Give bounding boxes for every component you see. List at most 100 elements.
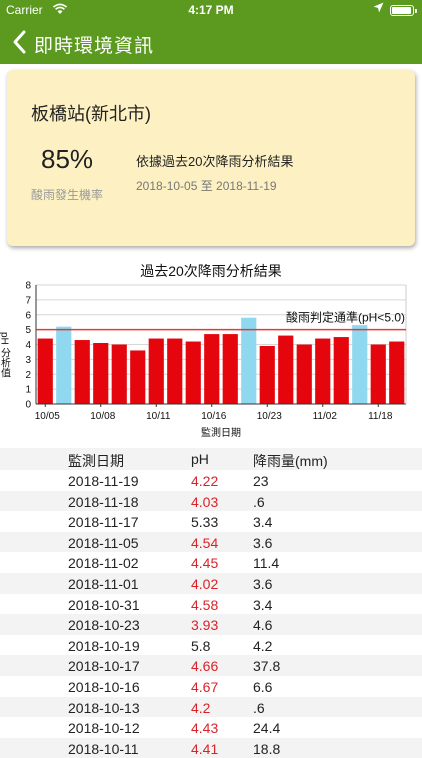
clock: 4:17 PM bbox=[188, 3, 234, 17]
ph-bar bbox=[56, 326, 72, 404]
row-rainfall: 4.6 bbox=[253, 617, 273, 634]
x-tick-label: 11/02 bbox=[313, 411, 338, 422]
nav-title: 即時環境資訊 bbox=[34, 36, 155, 57]
table-row: 2018-11-02 4.45 11.4 bbox=[0, 552, 422, 573]
ph-bar bbox=[148, 338, 164, 404]
ph-bar bbox=[37, 338, 53, 404]
table-row: 2018-10-13 4.2 .6 bbox=[0, 696, 422, 718]
y-axis-label: pH 分析值 bbox=[0, 332, 11, 378]
y-tick-label: 1 bbox=[25, 385, 31, 396]
y-tick-label: 4 bbox=[25, 340, 31, 351]
y-tick-label: 3 bbox=[25, 355, 31, 366]
x-tick-label: 10/08 bbox=[90, 411, 115, 422]
table-row: 2018-10-17 4.66 37.8 bbox=[0, 655, 422, 676]
table-header: 監測日期 pH 降雨量(mm) bbox=[0, 448, 422, 470]
row-ph: 4.41 bbox=[191, 740, 219, 757]
row-date: 2018-11-19 bbox=[68, 473, 139, 489]
table-row: 2018-11-05 4.54 3.6 bbox=[0, 531, 422, 553]
ph-bar bbox=[222, 334, 238, 404]
row-ph: 4.66 bbox=[191, 658, 219, 675]
battery-icon bbox=[390, 5, 417, 16]
analysis-date-range: 2018-10-05 至 2018-11-19 bbox=[136, 179, 277, 193]
header-rainfall: 降雨量(mm) bbox=[253, 453, 328, 469]
row-ph: 4.02 bbox=[191, 575, 219, 592]
row-ph: 4.03 bbox=[191, 493, 219, 510]
row-ph: 4.43 bbox=[191, 720, 219, 737]
y-tick-label: 2 bbox=[25, 370, 31, 381]
row-rainfall: .6 bbox=[253, 493, 265, 510]
row-date: 2018-10-11 bbox=[68, 740, 139, 757]
ph-bar bbox=[111, 344, 127, 404]
ph-bar bbox=[296, 344, 312, 404]
measurement-table: 監測日期 pH 降雨量(mm) 2018-11-19 4.22 23 2018-11-… bbox=[0, 448, 422, 758]
x-axis-label: 監測日期 bbox=[201, 426, 241, 439]
location-arrow-icon bbox=[373, 2, 384, 16]
row-date: 2018-10-19 bbox=[68, 637, 140, 654]
ph-bar bbox=[389, 341, 405, 404]
ph-bar bbox=[278, 335, 294, 404]
row-rainfall: 11.4 bbox=[253, 555, 280, 572]
ph-bar bbox=[259, 345, 275, 404]
row-date: 2018-11-18 bbox=[68, 493, 139, 510]
row-date: 2018-11-05 bbox=[68, 534, 139, 551]
row-rainfall: 6.6 bbox=[253, 678, 273, 695]
row-date: 2018-11-17 bbox=[68, 514, 139, 531]
ph-bar bbox=[241, 317, 257, 404]
row-date: 2018-10-13 bbox=[68, 699, 140, 716]
row-ph: 3.93 bbox=[191, 617, 219, 634]
row-rainfall: 3.6 bbox=[253, 534, 273, 551]
x-tick-label: 10/05 bbox=[35, 411, 60, 422]
y-tick-label: 5 bbox=[25, 325, 31, 336]
navigation-bar: 即時環境資訊 bbox=[0, 20, 422, 64]
row-ph: 4.67 bbox=[191, 678, 219, 695]
row-rainfall: 4.2 bbox=[253, 637, 273, 654]
table-row: 2018-10-12 4.43 24.4 bbox=[0, 717, 422, 738]
x-tick-label: 11/18 bbox=[368, 411, 393, 422]
table-row: 2018-10-19 5.8 4.2 bbox=[0, 635, 422, 656]
station-name: 板橋站(新北市) bbox=[31, 104, 151, 124]
table-row: 2018-11-18 4.03 .6 bbox=[0, 490, 422, 512]
row-rainfall: 3.6 bbox=[253, 575, 273, 592]
ph-bar bbox=[185, 341, 201, 404]
header-ph: pH bbox=[191, 451, 209, 467]
ph-bar-chart: 0 1 2 3 4 5 6 7 8 酸雨判定通準(pH<5.0) 10/05 10/08 10/11 10… bbox=[0, 281, 407, 439]
table-row: 2018-10-16 4.67 6.6 bbox=[0, 676, 422, 697]
header-date: 監測日期 bbox=[68, 453, 124, 469]
ph-bar bbox=[370, 344, 386, 404]
ph-bar bbox=[167, 338, 183, 404]
ph-bar bbox=[130, 350, 146, 404]
y-tick-label: 0 bbox=[25, 400, 31, 411]
row-ph: 5.33 bbox=[191, 514, 219, 531]
table-row: 2018-11-17 5.33 3.4 bbox=[0, 511, 422, 532]
row-date: 2018-11-01 bbox=[68, 575, 139, 592]
row-rainfall: 37.8 bbox=[253, 658, 281, 675]
row-ph: 4.58 bbox=[191, 596, 219, 613]
row-date: 2018-10-23 bbox=[68, 617, 140, 634]
row-date: 2018-11-02 bbox=[68, 555, 139, 572]
row-rainfall: 24.4 bbox=[253, 720, 281, 737]
probability-label: 酸雨發生機率 bbox=[31, 188, 104, 202]
row-date: 2018-10-16 bbox=[68, 678, 140, 695]
row-ph: 4.22 bbox=[191, 473, 219, 489]
station-summary-card: 板橋站(新北市) 85% 酸雨發生機率 依據過去20次降雨分析結果 2018-1… bbox=[7, 70, 415, 246]
row-date: 2018-10-31 bbox=[68, 596, 140, 613]
ph-bar bbox=[204, 334, 220, 404]
row-date: 2018-10-12 bbox=[68, 720, 140, 737]
threshold-label: 酸雨判定通準(pH<5.0) bbox=[286, 310, 405, 325]
table-row: 2018-11-19 4.22 23 bbox=[0, 470, 422, 491]
ph-bar bbox=[74, 340, 90, 404]
table-row: 2018-10-23 3.93 4.6 bbox=[0, 614, 422, 635]
x-tick-label: 10/23 bbox=[257, 411, 282, 422]
row-rainfall: .6 bbox=[253, 699, 265, 716]
y-tick-label: 7 bbox=[25, 295, 31, 306]
y-tick-label: 6 bbox=[25, 310, 31, 321]
row-rainfall: 23 bbox=[253, 473, 269, 489]
x-tick-label: 10/11 bbox=[146, 411, 171, 422]
x-tick-label: 10/16 bbox=[201, 411, 226, 422]
y-tick-label: 8 bbox=[25, 281, 31, 292]
row-ph: 4.45 bbox=[191, 555, 219, 572]
row-ph: 5.8 bbox=[191, 637, 211, 654]
row-date: 2018-10-17 bbox=[68, 658, 140, 675]
ph-bar bbox=[352, 325, 368, 404]
row-rainfall: 3.4 bbox=[253, 514, 273, 531]
